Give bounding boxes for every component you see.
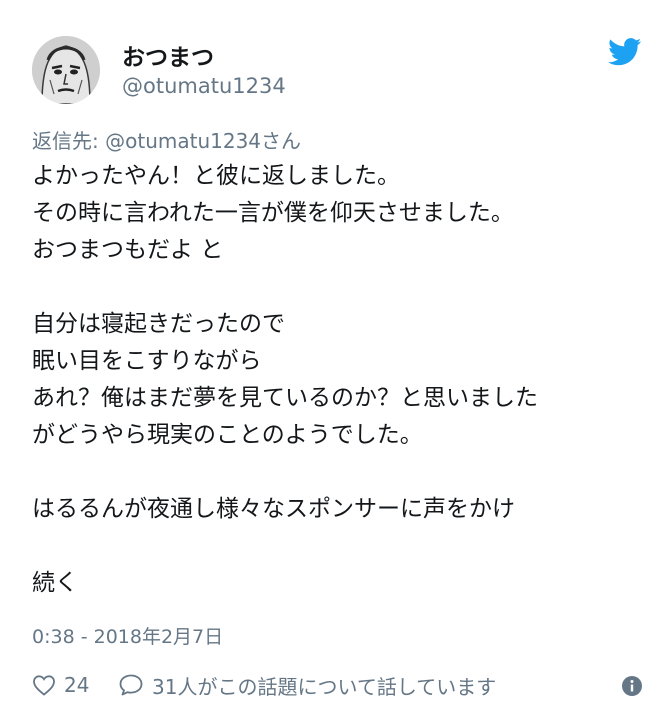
tweet-card: おつまつ @otumatu1234 返信先: @otumatu1234さん よか… (0, 0, 670, 717)
tweet-timestamp[interactable]: 0:38 - 2018年2月7日 (32, 622, 223, 649)
tweet-line: その時に言われた一言が僕を仰天させました。 (32, 200, 514, 226)
tweet-line: あれ？俺はまだ夢を見ているのか？と思いました (32, 385, 538, 411)
reply-to-prefix: 返信先: (32, 129, 106, 153)
tweet-line (32, 454, 652, 491)
reply-to-line: 返信先: @otumatu1234さん (32, 125, 301, 154)
tweet-line: 続く (32, 570, 78, 596)
reply-to-suffix: さん (261, 129, 302, 153)
like-button[interactable]: 24 (32, 668, 89, 702)
tweet-line: おつまつもだよ と (32, 237, 224, 263)
tweet-line (32, 528, 652, 565)
reply-discussion-text: 31人がこの話題について話しています (152, 674, 497, 699)
speech-bubble-icon (119, 674, 143, 696)
tweet-actions: 24 31人がこの話題について話しています (32, 668, 642, 702)
tweet-body: よかったやん！と彼に返しました。 その時に言われた一言が僕を仰天させました。 お… (32, 158, 652, 602)
tweet-line (32, 269, 652, 306)
tweet-header: おつまつ @otumatu1234 (32, 36, 642, 106)
avatar-image (32, 36, 100, 104)
heart-icon (33, 675, 55, 696)
display-name[interactable]: おつまつ (122, 38, 214, 72)
info-icon[interactable] (622, 676, 642, 696)
like-count: 24 (64, 673, 90, 697)
user-handle[interactable]: @otumatu1234 (122, 74, 286, 98)
tweet-line: はるるんが夜通し様々なスポンサーに声をかけ (32, 496, 515, 522)
tweet-line: よかったやん！と彼に返しました。 (32, 163, 400, 189)
tweet-line: 眠い目をこすりながら (32, 348, 262, 374)
avatar[interactable] (32, 36, 100, 104)
tweet-line: 自分は寝起きだったので (32, 311, 285, 337)
reply-to-mention[interactable]: @otumatu1234 (105, 129, 261, 153)
twitter-bird-icon[interactable] (608, 38, 642, 66)
reply-button[interactable]: 31人がこの話題について話しています (118, 668, 496, 702)
tweet-line: がどうやら現実のことのようでした。 (32, 422, 423, 448)
